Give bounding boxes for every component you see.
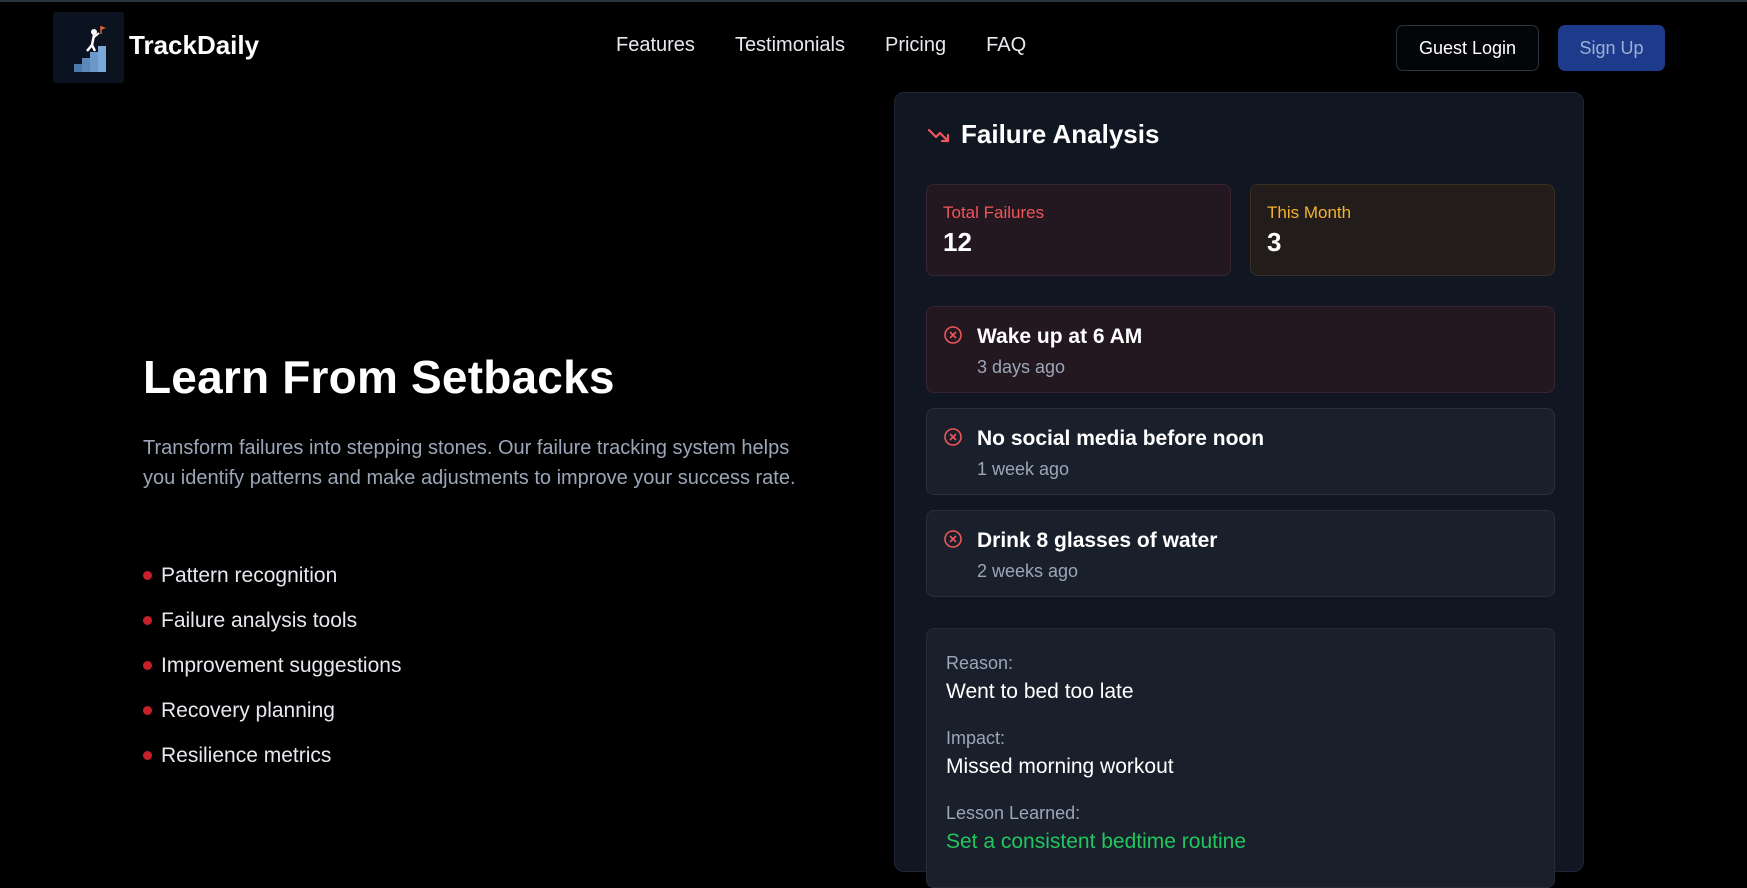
list-item: Failure analysis tools [143,598,401,643]
feature-label: Recovery planning [161,698,335,722]
site-header: TrackDaily Features Testimonials Pricing… [0,2,1747,94]
x-circle-icon [944,530,962,548]
feature-label: Failure analysis tools [161,608,358,632]
hero-description: Transform failures into stepping stones.… [143,437,796,489]
failure-item[interactable]: Drink 8 glasses of water 2 weeks ago [926,510,1555,597]
x-circle-icon [944,428,962,446]
impact-value: Missed morning workout [946,755,1174,778]
lesson-label: Lesson Learned: [946,803,1081,823]
failure-detail-card: Reason: Went to bed too late Impact: Mis… [926,628,1555,888]
bullet-dot [143,706,152,715]
list-item: Recovery planning [143,688,401,733]
failure-analysis-panel: Failure Analysis Total Failures 12 This … [894,92,1584,888]
lesson-value: Set a consistent bedtime routine [946,830,1247,853]
stairs-climber-icon [74,26,106,72]
list-item: Resilience metrics [143,733,401,778]
sign-up-button[interactable]: Sign Up [1558,25,1665,71]
list-item: Pattern recognition [143,553,401,598]
reason-label: Reason: [946,653,1014,673]
panel-header: Failure Analysis [927,119,1159,150]
impact-label: Impact: [946,728,1006,748]
bullet-dot [143,661,152,670]
nav-item-features[interactable]: Features [616,34,695,57]
feature-list: Pattern recognition Failure analysis too… [143,553,401,778]
stat-value: 12 [943,227,972,257]
stat-label: Total Failures [943,203,1045,222]
failure-time: 3 days ago [977,357,1066,377]
nav-item-pricing[interactable]: Pricing [885,34,946,57]
reason-value: Went to bed too late [946,680,1134,703]
failure-name: No social media before noon [977,427,1265,450]
feature-label: Improvement suggestions [161,653,402,677]
total-failures-card: Total Failures 12 [926,184,1231,276]
failure-item[interactable]: Wake up at 6 AM 3 days ago [926,306,1555,393]
stat-label: This Month [1267,203,1352,222]
nav-item-testimonials[interactable]: Testimonials [735,34,845,57]
feature-label: Resilience metrics [161,743,332,767]
nav-item-faq[interactable]: FAQ [986,34,1026,57]
failure-time: 1 week ago [977,459,1070,479]
failure-item[interactable]: No social media before noon 1 week ago [926,408,1555,495]
trending-down-icon [927,128,950,142]
this-month-card: This Month 3 [1250,184,1555,276]
list-item: Improvement suggestions [143,643,401,688]
stat-value: 3 [1267,227,1282,257]
failure-time: 2 weeks ago [977,561,1079,581]
bullet-dot [143,616,152,625]
failure-name: Wake up at 6 AM [977,325,1143,348]
hero-title: Learn From Setbacks [143,351,615,403]
x-circle-icon [944,326,962,344]
bullet-dot [143,571,152,580]
feature-label: Pattern recognition [161,563,338,587]
failure-name: Drink 8 glasses of water [977,529,1218,552]
main-nav: Features Testimonials Pricing FAQ [616,34,1026,57]
logo[interactable] [53,12,124,83]
brand-name[interactable]: TrackDaily [129,30,259,61]
panel-title: Failure Analysis [961,119,1160,149]
bullet-dot [143,751,152,760]
guest-login-button[interactable]: Guest Login [1396,25,1539,71]
